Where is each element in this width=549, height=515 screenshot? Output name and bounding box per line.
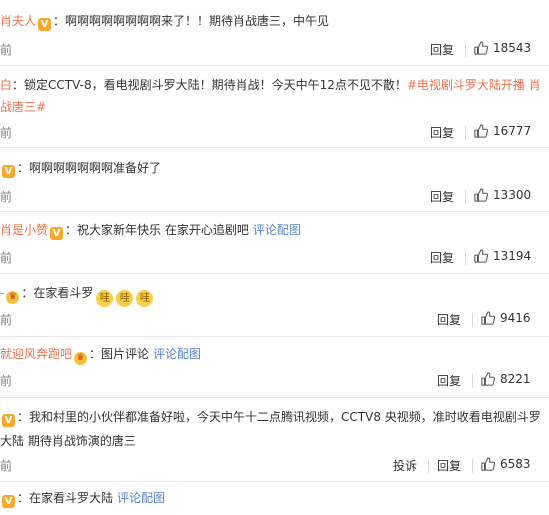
thumbs-up-icon bbox=[474, 41, 488, 55]
username[interactable]: 肖是小赞 bbox=[0, 223, 48, 237]
comment-body: V ：在家看斗罗大陆 评论配图 bbox=[0, 487, 545, 509]
reply-button[interactable]: 回复 bbox=[430, 188, 454, 205]
timestamp: 前 bbox=[0, 313, 13, 327]
comment-body: 肖夫人 V ：啊啊啊啊啊啊啊啊来了！！期待肖战唐三，中午见 bbox=[0, 14, 330, 31]
thumbs-up-icon bbox=[481, 372, 495, 386]
wow-emoji-icon: 哇 bbox=[96, 290, 114, 307]
thumbs-up-icon bbox=[474, 124, 488, 138]
comment-text: 图片评论 bbox=[101, 347, 150, 361]
divider bbox=[465, 43, 466, 57]
like-count: 13194 bbox=[493, 249, 532, 263]
comment-text: 锁定CCTV-8，看电视剧斗罗大陆！期待肖战！今天中午12点不见不散！ bbox=[24, 78, 407, 92]
like-button[interactable]: 8221 bbox=[481, 372, 531, 386]
reply-button[interactable]: 回复 bbox=[430, 41, 454, 58]
thumbs-up-icon bbox=[481, 457, 495, 471]
report-button[interactable]: 投诉 bbox=[393, 457, 417, 474]
comment-body: 肖是小赞 V ：祝大家新年快乐 在家开心追剧吧 评论配图 bbox=[0, 223, 301, 240]
divider bbox=[465, 251, 466, 265]
username[interactable]: 白 bbox=[0, 78, 12, 92]
like-count: 18543 bbox=[493, 41, 532, 55]
like-count: 16777 bbox=[493, 124, 532, 138]
comment-text: 啊啊啊啊啊啊啊准备好了 bbox=[29, 161, 162, 175]
username[interactable]: 就迎风奔跑吧 bbox=[0, 347, 72, 361]
comment-text: 祝大家新年快乐 在家开心追剧吧 bbox=[77, 223, 249, 237]
like-button[interactable]: 9416 bbox=[481, 311, 531, 325]
like-count: 6583 bbox=[500, 457, 531, 471]
reply-button[interactable]: 回复 bbox=[430, 124, 454, 141]
thumbs-up-icon bbox=[474, 249, 488, 263]
comment-body: 就迎风奔跑吧 ♛ ：图片评论 评论配图 bbox=[0, 347, 202, 365]
verified-badge-icon: V bbox=[2, 414, 15, 427]
username[interactable]: 肖夫人 bbox=[0, 14, 36, 28]
thumbs-up-icon bbox=[474, 188, 488, 202]
timestamp: 前 bbox=[0, 126, 13, 140]
comment-body: - ♛ ：在家看斗罗哇哇哇 bbox=[0, 282, 545, 307]
row-divider bbox=[0, 273, 549, 274]
like-count: 13300 bbox=[493, 188, 532, 202]
wow-emoji-icon: 哇 bbox=[116, 290, 134, 307]
reply-button[interactable]: 回复 bbox=[430, 249, 454, 266]
divider bbox=[472, 374, 473, 388]
comment-image-link[interactable]: 评论配图 bbox=[253, 223, 301, 237]
divider bbox=[472, 313, 473, 327]
divider bbox=[472, 459, 473, 473]
verified-badge-icon: V bbox=[38, 18, 52, 31]
timestamp: 前 bbox=[0, 43, 13, 57]
reply-button[interactable]: 回复 bbox=[437, 372, 461, 389]
row-divider bbox=[0, 481, 549, 482]
comment-image-link[interactable]: 评论配图 bbox=[153, 347, 201, 361]
comment-body: V ：啊啊啊啊啊啊啊准备好了 bbox=[0, 157, 545, 179]
divider bbox=[465, 126, 466, 140]
like-count: 8221 bbox=[500, 372, 531, 386]
timestamp: 前 bbox=[0, 459, 13, 473]
divider bbox=[428, 459, 429, 473]
timestamp: 前 bbox=[0, 190, 13, 204]
divider bbox=[465, 190, 466, 204]
comment-image-link[interactable]: 评论配图 bbox=[117, 491, 165, 505]
comment-text: 在家看斗罗大陆 bbox=[29, 491, 114, 505]
row-divider bbox=[0, 65, 549, 66]
like-count: 9416 bbox=[500, 311, 531, 325]
verified-badge-icon: V bbox=[2, 165, 15, 178]
comment-body: 白：锁定CCTV-8，看电视剧斗罗大陆！期待肖战！今天中午12点不见不散！#电视… bbox=[0, 78, 541, 114]
comment-text: 在家看斗罗 bbox=[33, 286, 94, 300]
crown-badge-icon: ♛ bbox=[6, 291, 20, 304]
timestamp: 前 bbox=[0, 374, 13, 388]
row-divider bbox=[0, 336, 549, 337]
row-divider bbox=[0, 147, 549, 148]
wow-emoji-icon: 哇 bbox=[136, 290, 154, 307]
thumbs-up-icon bbox=[481, 311, 495, 325]
username[interactable]: - bbox=[0, 286, 4, 300]
comment-text: 啊啊啊啊啊啊啊啊来了！！期待肖战唐三，中午见 bbox=[65, 14, 330, 28]
like-button[interactable]: 6583 bbox=[481, 457, 531, 471]
crown-badge-icon: ♛ bbox=[74, 352, 88, 365]
comment-body: V ：我和村里的小伙伴都准备好啦，今天中午十二点腾讯视频，CCTV8 央视频，准时… bbox=[0, 410, 541, 448]
row-divider bbox=[0, 397, 549, 398]
like-button[interactable]: 18543 bbox=[474, 41, 531, 55]
row-divider bbox=[0, 211, 549, 212]
verified-badge-icon: V bbox=[50, 227, 64, 240]
verified-badge-icon: V bbox=[2, 495, 15, 508]
reply-button[interactable]: 回复 bbox=[437, 311, 461, 328]
comment-text: 我和村里的小伙伴都准备好啦，今天中午十二点腾讯视频，CCTV8 央视频，准时收看… bbox=[0, 410, 541, 448]
like-button[interactable]: 13194 bbox=[474, 249, 531, 263]
like-button[interactable]: 16777 bbox=[474, 124, 531, 138]
reply-button[interactable]: 回复 bbox=[437, 457, 461, 474]
timestamp: 前 bbox=[0, 251, 13, 265]
like-button[interactable]: 13300 bbox=[474, 188, 531, 202]
